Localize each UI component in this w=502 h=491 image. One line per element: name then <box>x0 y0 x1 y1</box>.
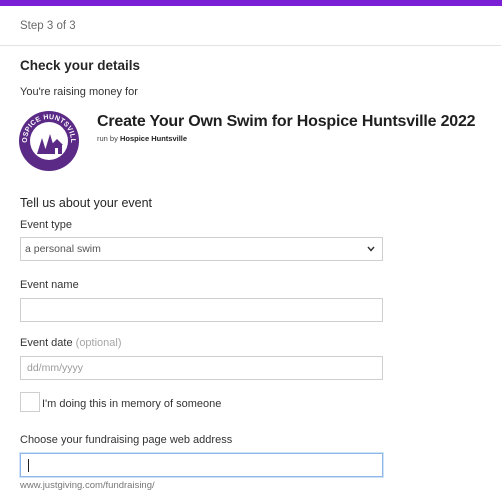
charity-logo: HOSPICE HUNTSVILLE <box>18 110 79 171</box>
optional-tag: (optional) <box>75 337 122 349</box>
web-address-input[interactable] <box>20 453 383 477</box>
event-type-select[interactable]: a personal swim <box>20 237 383 261</box>
campaign-title[interactable]: Create Your Own Swim for Hospice Huntsvi… <box>97 113 476 131</box>
charity-name[interactable]: Hospice Huntsville <box>120 134 187 143</box>
event-section-title: Tell us about your event <box>20 196 153 210</box>
event-type-label: Event type <box>20 219 72 231</box>
section-title: Check your details <box>20 58 141 73</box>
event-name-label: Event name <box>20 279 79 291</box>
chevron-down-icon <box>367 246 375 252</box>
event-date-input[interactable]: dd/mm/yyyy <box>20 356 383 380</box>
run-by-prefix: run by <box>97 134 118 143</box>
event-name-input[interactable] <box>20 298 383 322</box>
event-type-value: a personal swim <box>25 243 101 255</box>
event-date-placeholder: dd/mm/yyyy <box>27 362 84 374</box>
in-memory-checkbox[interactable] <box>20 392 40 412</box>
in-memory-checkbox-label[interactable]: I'm doing this in memory of someone <box>42 398 221 410</box>
text-cursor <box>28 459 29 472</box>
web-address-label: Choose your fundraising page web address <box>20 434 233 446</box>
run-by-line: run by Hospice Huntsville <box>97 134 187 143</box>
raising-text: You're raising money for <box>20 86 138 98</box>
step-indicator: Step 3 of 3 <box>0 6 501 46</box>
event-date-label: Event date (optional) <box>20 337 122 349</box>
event-date-label-text: Event date <box>20 337 73 349</box>
web-address-hint: www.justgiving.com/fundraising/ <box>20 480 155 491</box>
